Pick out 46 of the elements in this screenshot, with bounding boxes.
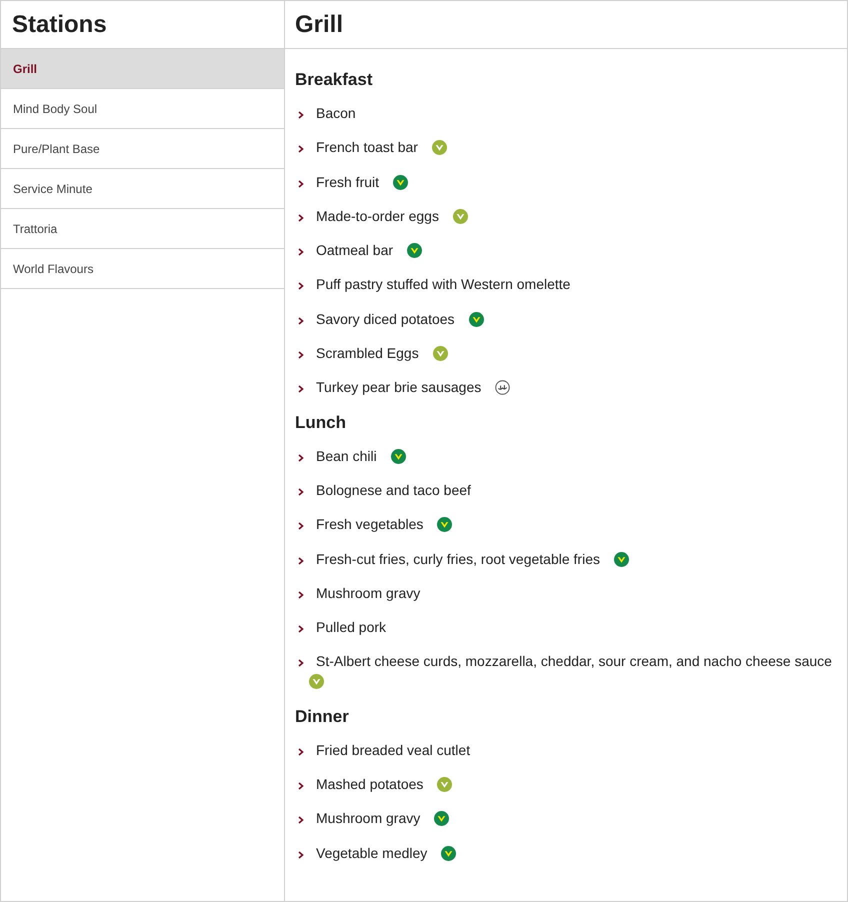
chevron-icon [298,590,304,599]
menu-item[interactable]: Bean chili [316,448,377,464]
menu-item[interactable]: St-Albert cheese curds, mozzarella, cheddar, sour cream, and nacho cheese sauce [316,653,832,670]
chevron-icon [298,816,304,824]
menu-item[interactable]: Bacon [316,105,356,121]
chevron-icon [298,782,304,790]
chevron-icon [298,522,304,530]
menu-item[interactable]: Vegetable medley [316,844,428,861]
menu-item[interactable]: Puff pastry stuffed with Western omelette [316,276,570,292]
chevron-icon [298,850,304,859]
menu-item[interactable]: Mushroom gravy [316,810,420,826]
menu-item[interactable]: Made-to-order eggs [316,208,439,224]
section-heading: Dinner [295,706,350,728]
menu-item[interactable]: Fried breaded veal cutlet [316,742,470,758]
content-title: Grill [295,10,344,40]
chevron-icon [298,454,304,462]
chevron-icon [298,659,304,668]
chevron-icon [298,385,304,394]
chevron-icon [298,180,304,188]
menu-item[interactable]: Bolognese and taco beef [316,482,471,498]
section-heading: Lunch [295,412,347,434]
chevron-icon [298,282,304,290]
chevron-icon [298,145,304,154]
chevron-icon [298,248,304,256]
menu-item[interactable]: Fresh-cut fries, curly fries, root vegetable fries [316,550,600,567]
menu-item[interactable]: Savory diced potatoes [316,310,455,327]
menu-item[interactable]: Fresh vegetables [316,516,424,532]
menu-item[interactable]: Oatmeal bar [316,242,394,258]
menu-item[interactable]: Pulled pork [316,619,386,636]
chevron-icon [298,316,304,325]
section-heading: Breakfast [295,69,374,91]
menu-item[interactable]: Scrambled Eggs [316,345,419,362]
sidebar-title: Stations [12,10,107,40]
chevron-icon [298,214,304,222]
menu-item[interactable]: French toast bar [316,139,418,156]
chevron-icon [298,111,304,119]
chevron-icon [298,556,304,565]
menu-item[interactable]: Turkey pear brie sausages [316,379,482,396]
chevron-icon [298,748,304,756]
station-item[interactable]: Grill [1,49,284,89]
chevron-icon [298,625,304,634]
chevron-icon [298,351,304,360]
chevron-icon [298,488,304,496]
menu-item[interactable]: Mashed potatoes [316,776,424,792]
menu-item[interactable]: Fresh fruit [316,174,380,190]
menu-item[interactable]: Mushroom gravy [316,584,420,601]
